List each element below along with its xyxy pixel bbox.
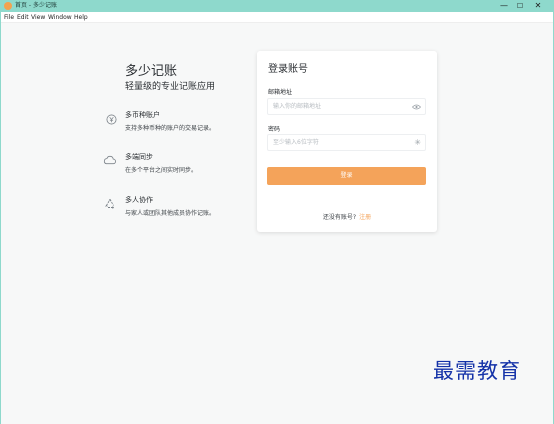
register-prompt: 还没有账号? 注册	[257, 212, 437, 221]
no-account-text: 还没有账号?	[322, 214, 357, 221]
currency-icon	[105, 114, 117, 126]
menu-edit[interactable]: Edit	[17, 12, 29, 23]
menu-help[interactable]: Help	[74, 12, 88, 23]
register-link[interactable]: 注册	[359, 214, 371, 221]
menu-view[interactable]: View	[31, 12, 45, 23]
eye-icon[interactable]	[411, 99, 422, 114]
feature-title: 多端同步	[125, 153, 153, 161]
menu-window[interactable]: Window	[48, 12, 72, 23]
feature-desc: 支持多种币种的账户的交易记录。	[125, 125, 216, 132]
cloud-icon	[103, 155, 116, 167]
login-button[interactable]: 登录	[267, 167, 426, 185]
password-label: 密码	[268, 126, 281, 133]
maximize-button[interactable]: ☐	[513, 0, 527, 12]
close-button[interactable]: ✕	[531, 0, 545, 12]
brand-subtitle: 轻量级的专业记账应用	[125, 82, 216, 92]
email-label: 邮箱地址	[268, 89, 293, 96]
watermark: 最需教育	[433, 359, 521, 383]
login-title: 登录账号	[268, 64, 308, 75]
brand-title: 多少记账	[125, 64, 178, 79]
menu-bar: File Edit View Window Help	[1, 12, 553, 23]
feature-desc: 在多个平台之间实时同步。	[125, 167, 198, 174]
app-icon	[4, 2, 12, 10]
password-placeholder: 至少输入6位字符	[273, 139, 319, 146]
minimize-button[interactable]: —	[497, 0, 511, 12]
feature-title: 多人协作	[125, 196, 153, 204]
password-field[interactable]: 至少输入6位字符 ✳	[267, 134, 426, 151]
title-bar: 首页 - 多少记账 — ☐ ✕	[1, 0, 553, 12]
login-card: 登录账号 邮箱地址 输入你的邮箱地址 密码 至少输入6位字符 ✳ 登录 还没有账…	[257, 51, 437, 232]
feature-title: 多币种账户	[125, 111, 160, 119]
asterisk-icon: ✳	[414, 138, 421, 147]
window-title: 首页 - 多少记账	[15, 2, 57, 9]
app-window: 首页 - 多少记账 — ☐ ✕ File Edit View Window He…	[1, 0, 553, 424]
email-placeholder: 输入你的邮箱地址	[273, 103, 322, 110]
menu-file[interactable]: File	[4, 12, 14, 23]
feature-desc: 与家人或团队其他成员协作记账。	[125, 210, 216, 217]
recycle-icon	[104, 198, 116, 210]
email-field[interactable]: 输入你的邮箱地址	[267, 98, 426, 115]
